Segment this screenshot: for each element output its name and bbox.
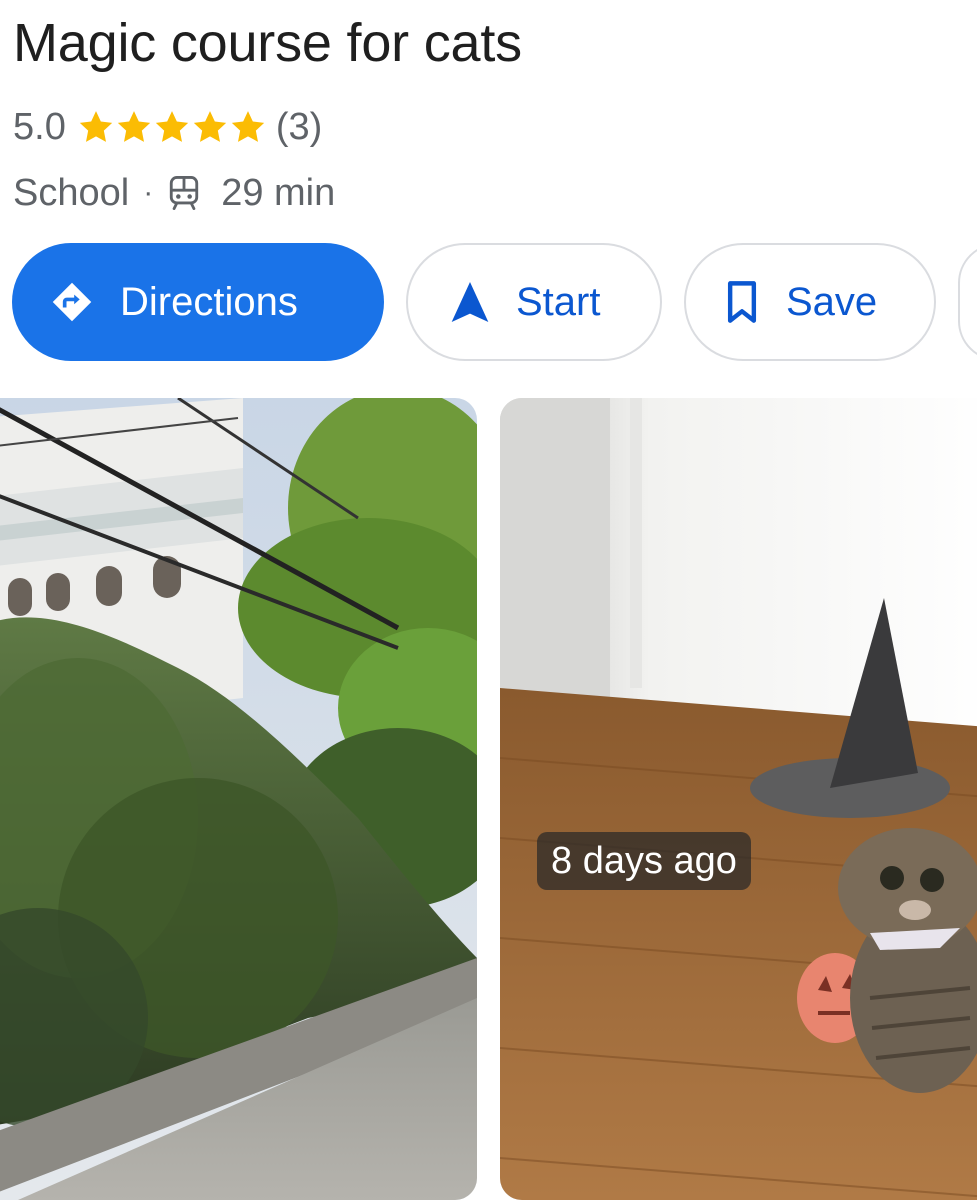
cat-photo[interactable] (500, 398, 977, 1200)
action-buttons: Directions Start Save (12, 243, 977, 361)
rating-value: 5.0 (13, 105, 66, 148)
star-icon (117, 111, 150, 142)
street-photo-image (0, 398, 477, 1200)
transit-time: 29 min (221, 171, 336, 214)
star-icon (231, 111, 264, 142)
start-label: Start (516, 279, 601, 324)
separator-dot: · (143, 176, 154, 209)
more-actions-button[interactable] (958, 243, 977, 361)
bookmark-icon (727, 281, 757, 323)
directions-icon (52, 282, 92, 322)
train-icon (170, 176, 199, 210)
save-button[interactable]: Save (684, 243, 936, 361)
place-category: School (13, 171, 130, 214)
rating-row[interactable]: 5.0 (3) (13, 100, 322, 154)
star-icon (155, 111, 188, 142)
star-icon (193, 111, 226, 142)
start-button[interactable]: Start (406, 243, 662, 361)
save-label: Save (786, 279, 878, 324)
directions-label: Directions (120, 279, 298, 324)
place-panel: Magic course for cats 5.0 (3) School · 2… (0, 0, 977, 1200)
star-rating (76, 107, 266, 147)
place-title: Magic course for cats (13, 13, 522, 73)
directions-button[interactable]: Directions (12, 243, 384, 361)
navigation-arrow-icon (451, 282, 489, 322)
street-photo[interactable] (0, 398, 477, 1200)
meta-row: School · 29 min (13, 166, 335, 220)
review-count[interactable]: (3) (276, 106, 322, 149)
star-icon (79, 111, 112, 142)
photo-carousel[interactable]: 8 days ago (0, 398, 977, 1200)
photo-age-badge: 8 days ago (537, 832, 751, 890)
cat-photo-image (500, 398, 977, 1200)
